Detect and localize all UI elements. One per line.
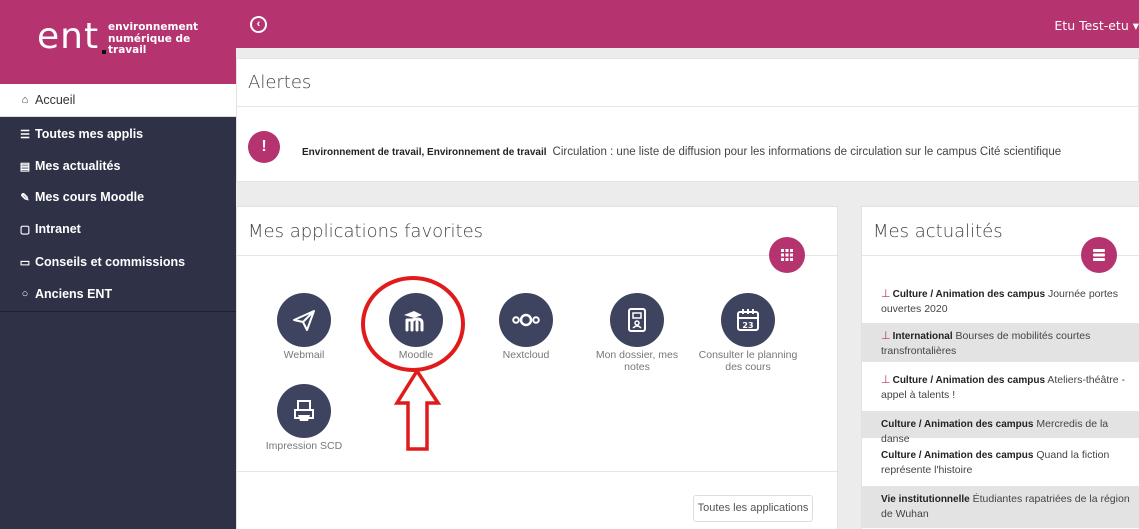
exclamation-icon: ! [248, 131, 280, 163]
divider [237, 471, 837, 472]
sidebar-item-accueil[interactable]: ⌂ Accueil [0, 84, 236, 117]
sidebar-item-intranet[interactable]: ▢ Intranet [0, 213, 236, 245]
sidebar-item-label: Conseils et commissions [35, 255, 186, 269]
news-category: International [892, 331, 953, 342]
pin-icon: ⊥ [881, 330, 891, 342]
app-label: Consulter le planning des cours [698, 349, 798, 373]
app-impression-scd[interactable]: Impression SCD [249, 384, 359, 452]
home-icon: ⌂ [21, 94, 29, 106]
circle-icon: ○ [21, 288, 29, 300]
alert-item[interactable]: Environnement de travail, Environnement … [302, 146, 1061, 158]
favorites-panel: Mes applications favorites Webmail Moodl… [236, 206, 838, 529]
app-label: Moodle [398, 349, 434, 361]
app-label: Impression SCD [265, 440, 343, 452]
divider [237, 255, 837, 256]
sidebar-item-mes-cours-moodle[interactable]: ✎ Mes cours Moodle [0, 181, 236, 213]
svg-text:23: 23 [742, 321, 753, 330]
news-category: Vie institutionnelle [881, 494, 970, 505]
app-label: Mon dossier, mes notes [595, 349, 679, 373]
sidebar-item-toutes-mes-applis[interactable]: ☰ Toutes mes applis [0, 118, 236, 150]
sidebar-item-label: Toutes mes applis [35, 127, 144, 141]
news-item[interactable]: Culture / Animation des campus Quand la … [862, 442, 1139, 482]
top-bar: ‹ Etu Test-etu ▾ [236, 0, 1139, 48]
app-label: Nextcloud [502, 349, 550, 361]
paper-plane-icon [277, 293, 331, 347]
moodle-icon [389, 293, 443, 347]
app-moodle[interactable]: Moodle [361, 293, 471, 361]
news-item[interactable]: ⊥ Culture / Animation des campus Ateliers… [862, 367, 1139, 407]
alert-message: Circulation : une liste de diffusion pou… [552, 146, 1062, 158]
sidebar-item-anciens-ent[interactable]: ○ Anciens ENT [0, 278, 236, 310]
sidebar-item-label: Anciens ENT [35, 287, 113, 301]
app-mon-dossier[interactable]: Mon dossier, mes notes [582, 293, 692, 373]
news-category: Culture / Animation des campus [892, 289, 1046, 300]
user-menu[interactable]: Etu Test-etu ▾ [1054, 18, 1139, 33]
news-category: Culture / Animation des campus [881, 419, 1034, 430]
grid-icon[interactable] [769, 237, 805, 273]
news-item[interactable]: ⊥ International Bourses de mobilités cour… [862, 323, 1139, 362]
sidebar-item-conseils-et-commissions[interactable]: ▭ Conseils et commissions [0, 246, 236, 278]
divider [237, 106, 1138, 107]
logo-dot [102, 50, 106, 54]
sidebar-item-label: Mes actualités [35, 159, 121, 173]
sidebar-item-label: Intranet [35, 222, 81, 236]
graduation-cap-icon: ✎ [20, 191, 30, 204]
news-category: Culture / Animation des campus [881, 450, 1034, 461]
sidebar-item-label: Accueil [35, 93, 76, 107]
pin-icon: ⊥ [881, 374, 891, 386]
news-title: Mes actualités [873, 221, 1003, 242]
sidebar-divider [0, 311, 236, 312]
news-item[interactable]: Vie institutionnelle Étudiantes rapatrié… [862, 486, 1139, 528]
app-webmail[interactable]: Webmail [249, 293, 359, 361]
sidebar: ent environnement numérique de travail ⌂… [0, 0, 236, 529]
news-panel: Mes actualités ⊥ Culture / Animation des … [861, 206, 1139, 529]
alerts-title: Alertes [248, 72, 312, 93]
alert-source: Environnement de travail, Environnement … [302, 147, 547, 158]
logo-text: ent [37, 16, 100, 57]
app-label: Webmail [283, 349, 325, 361]
alerts-panel: Alertes ! Environnement de travail, Envi… [236, 58, 1139, 182]
newspaper-icon: ▤ [19, 160, 31, 173]
favorites-title: Mes applications favorites [248, 221, 484, 242]
list-icon: ☰ [20, 128, 30, 141]
news-category: Culture / Animation des campus [892, 375, 1046, 386]
printer-icon [277, 384, 331, 438]
calendar-icon: 23 [721, 293, 775, 347]
nextcloud-icon [499, 293, 553, 347]
pin-icon: ⊥ [881, 288, 891, 300]
all-applications-button[interactable]: Toutes les applications [693, 495, 813, 522]
circle-arrow-left-icon[interactable]: ‹ [250, 16, 267, 33]
app-nextcloud[interactable]: Nextcloud [471, 293, 581, 361]
list-icon[interactable] [1081, 237, 1117, 273]
sidebar-item-label: Mes cours Moodle [35, 190, 145, 204]
file-icon: ▢ [19, 223, 31, 236]
notebook-icon [610, 293, 664, 347]
folder-icon: ▭ [19, 256, 31, 269]
news-item[interactable]: Culture / Animation des campus Mercredis… [862, 411, 1139, 445]
app-planning[interactable]: 23 Consulter le planning des cours [693, 293, 803, 373]
logo-subtitle: environnement numérique de travail [108, 21, 199, 56]
news-item[interactable]: ⊥ Culture / Animation des campus Journée … [862, 281, 1139, 319]
logo[interactable]: ent environnement numérique de travail [0, 0, 236, 84]
sidebar-item-mes-actualites[interactable]: ▤ Mes actualités [0, 150, 236, 182]
